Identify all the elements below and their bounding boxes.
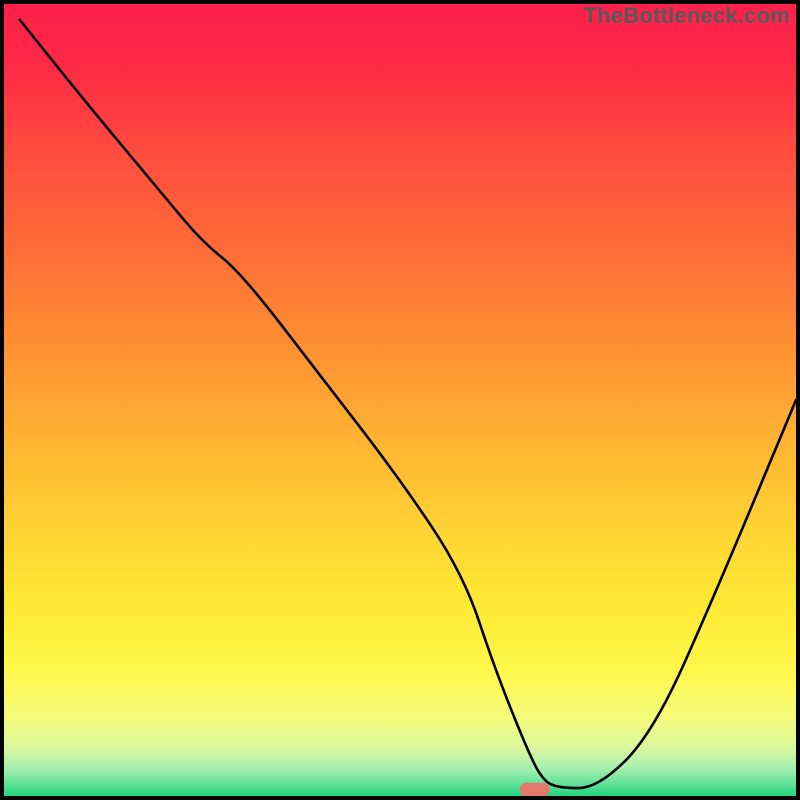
- min-marker: [520, 783, 550, 796]
- chart-container: TheBottleneck.com: [0, 0, 800, 800]
- watermark-text: TheBottleneck.com: [584, 3, 790, 29]
- chart-plot: [4, 4, 796, 796]
